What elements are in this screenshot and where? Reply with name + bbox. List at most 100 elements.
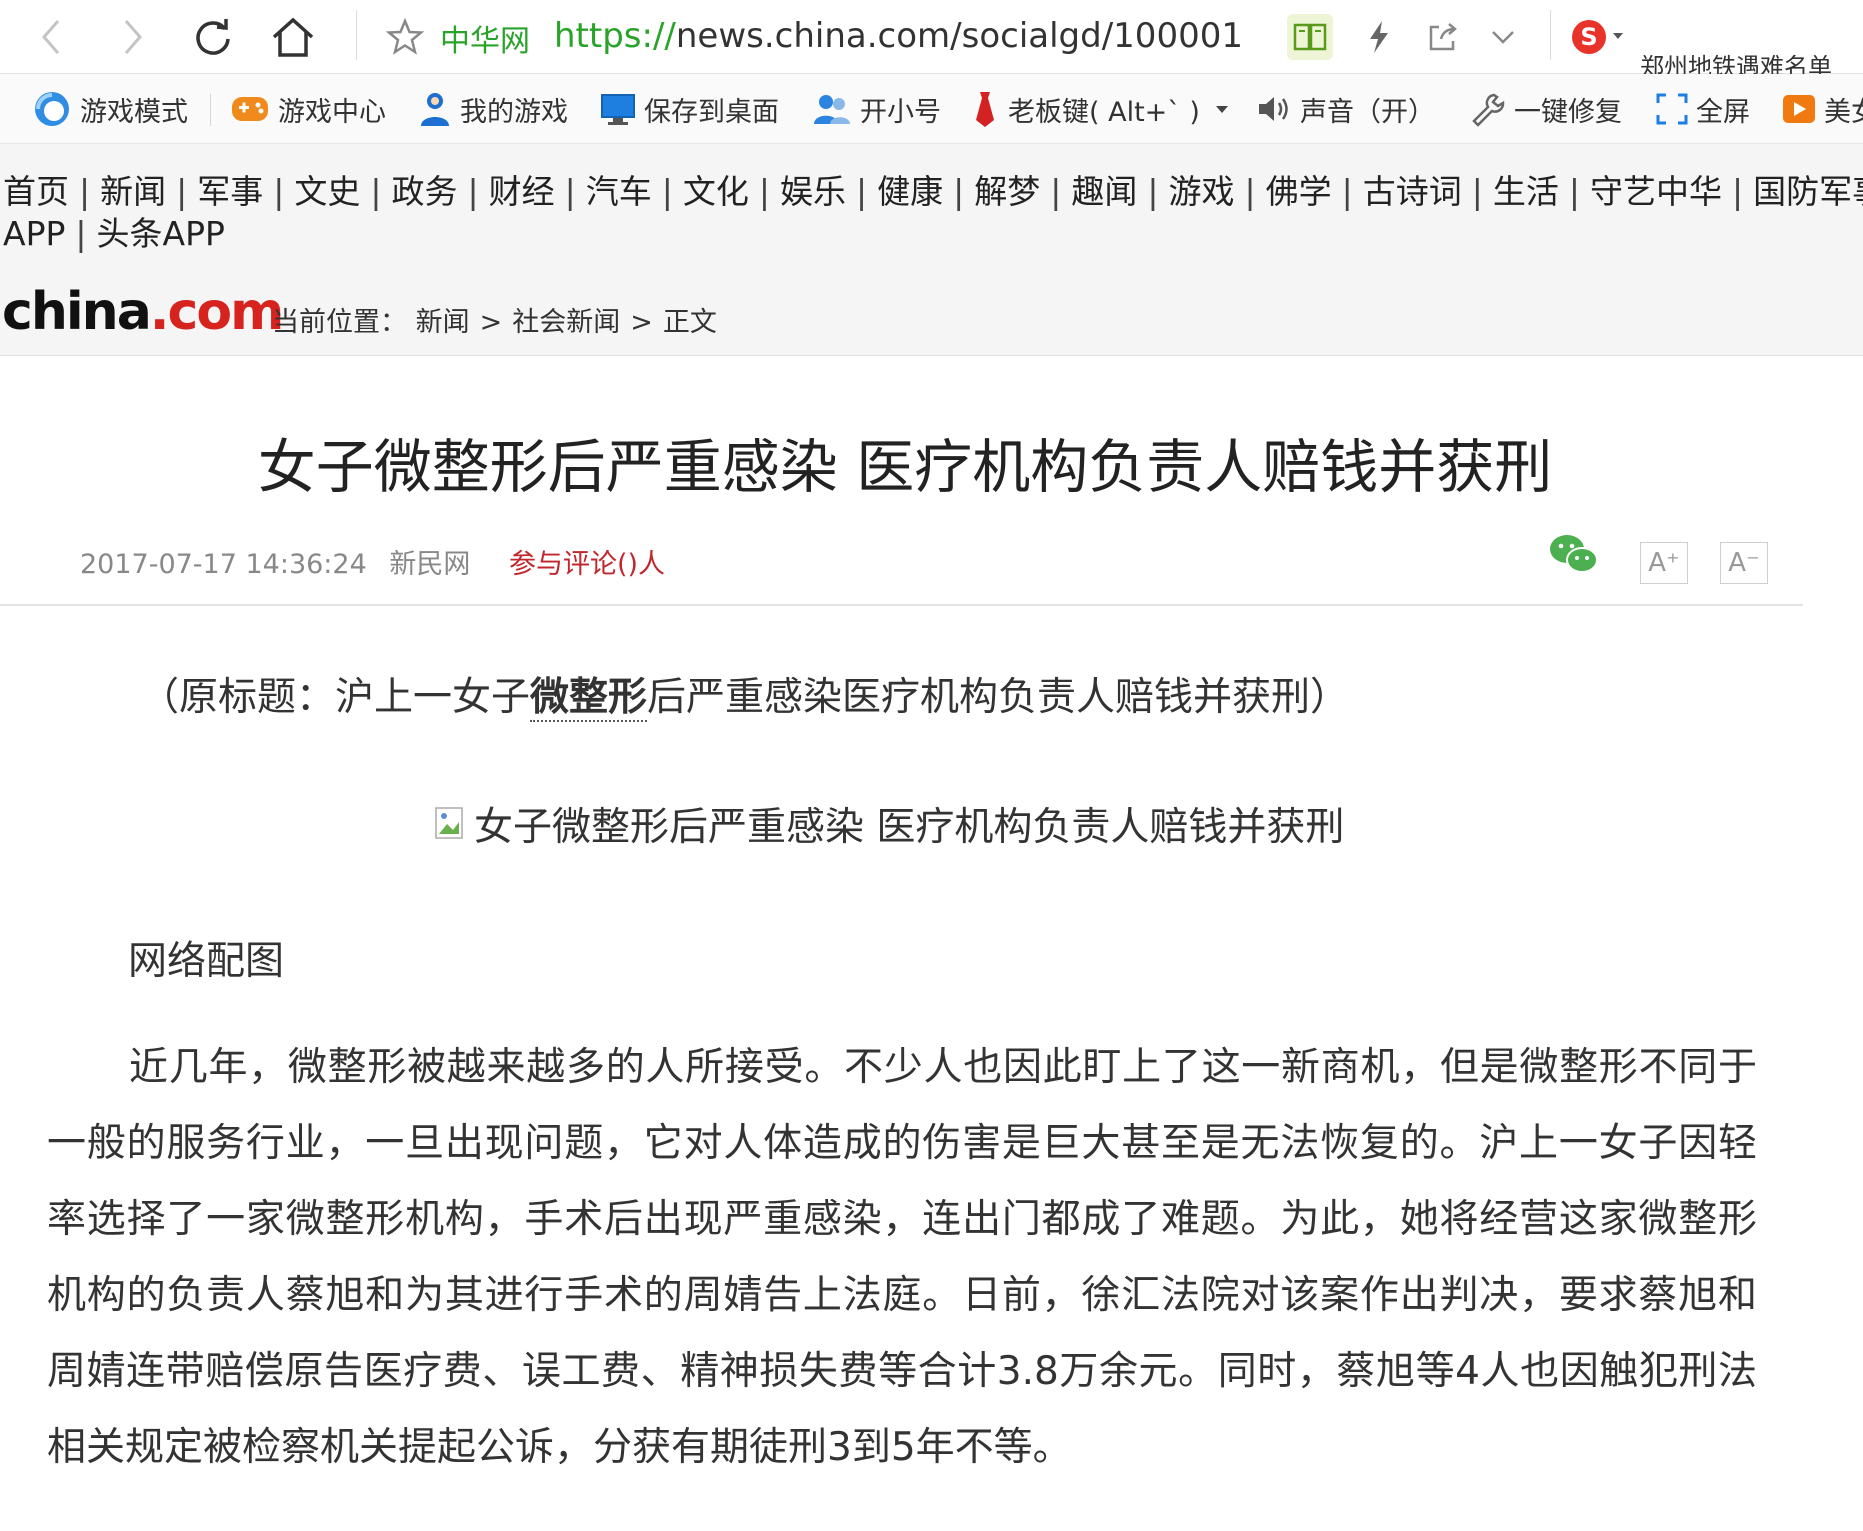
game-mode-icon — [32, 89, 72, 129]
nav-link[interactable]: 新闻 — [100, 172, 166, 211]
toolbar-boss-key[interactable]: 老板键( Alt+` ) — [970, 74, 1238, 143]
nav-link[interactable]: 文史 — [294, 172, 360, 211]
sogou-icon: S — [1572, 20, 1623, 54]
share-button[interactable] — [1420, 14, 1466, 60]
nav-separator: | — [953, 172, 965, 211]
toolbar-sound[interactable]: 声音（开） — [1256, 74, 1435, 143]
svg-text:S: S — [1580, 23, 1597, 51]
toolbar-game-mode[interactable]: 游戏模式 — [32, 74, 188, 143]
nav-separator: | — [1147, 172, 1159, 211]
nav-separator: | — [79, 172, 91, 211]
toolbar-label: 声音（开） — [1300, 96, 1435, 128]
nav-link[interactable]: 财经 — [489, 172, 555, 211]
nav-link[interactable]: 首页 — [3, 172, 69, 211]
nav-link[interactable]: 趣闻 — [1071, 172, 1137, 211]
article-source: 新民网 — [389, 549, 471, 580]
bookmark-star-button[interactable] — [382, 14, 428, 60]
nav-separator: | — [1471, 172, 1483, 211]
back-button[interactable] — [26, 12, 76, 62]
address-dropdown-button[interactable] — [1480, 14, 1526, 60]
wrench-icon — [1470, 91, 1506, 127]
toolbar-fullscreen[interactable]: 全屏 — [1656, 74, 1750, 143]
breadcrumb-item[interactable]: 新闻 — [416, 307, 470, 338]
logo-part-1: china — [2, 282, 152, 342]
nav-link[interactable]: 军事 — [197, 172, 263, 211]
forward-icon — [124, 20, 142, 54]
article-image: 女子微整形后严重感染 医疗机构负责人赔钱并获刑 — [434, 796, 1344, 852]
breadcrumb-separator: > — [479, 307, 503, 338]
breadcrumb-item[interactable]: 社会新闻 — [512, 307, 620, 338]
nav-link[interactable]: 生活 — [1493, 172, 1559, 211]
home-icon — [272, 17, 314, 57]
forward-button[interactable] — [108, 12, 158, 62]
refresh-button[interactable] — [188, 12, 238, 62]
nav-link[interactable]: 国防军事 — [1753, 172, 1863, 211]
toolbar-repair[interactable]: 一键修复 — [1470, 74, 1622, 143]
breadcrumb-prefix: 当前位置： — [272, 307, 407, 338]
nav-link[interactable]: 政务 — [392, 172, 458, 211]
reader-icon — [1293, 23, 1327, 51]
nav-link[interactable]: 汽车 — [586, 172, 652, 211]
nav-link[interactable]: 古诗词 — [1363, 172, 1462, 211]
breadcrumb: 当前位置： 新闻 > 社会新闻 > 正文 — [272, 300, 717, 339]
nav-row-1: 首页 | 新闻 | 军事 | 文史 | 政务 | 财经 | 汽车 | 文化 | 娱乐 | 健康 | 解梦 | 趣闻 | 游戏 | 佛… — [3, 170, 1863, 214]
fullscreen-icon — [1656, 93, 1688, 125]
font-increase-button[interactable]: A⁺ — [1640, 542, 1688, 584]
news-ticker[interactable]: 郑州地铁遇难名单 — [1640, 50, 1863, 74]
toolbar-save-desktop[interactable]: 保存到桌面 — [600, 74, 779, 143]
broken-image-icon — [434, 806, 470, 842]
reader-mode-button[interactable] — [1287, 14, 1333, 60]
nav-separator: | — [1244, 172, 1256, 211]
site-name: 中华网 — [440, 24, 530, 59]
home-button[interactable] — [268, 12, 318, 62]
toolbar-game-center[interactable]: 游戏中心 — [230, 74, 386, 143]
address-divider-2 — [1550, 10, 1551, 60]
toolbar-label: 开小号 — [860, 96, 941, 128]
article-meta: 2017-07-17 14:36:24 新民网 参与评论()人 — [80, 542, 665, 581]
nav-separator: | — [1732, 172, 1744, 211]
breadcrumb-separator: > — [630, 307, 653, 338]
back-icon — [42, 20, 60, 54]
nav-separator: | — [564, 172, 576, 211]
toolbar-video[interactable]: 美女 — [1782, 74, 1863, 143]
image-alt-text: 女子微整形后严重感染 医疗机构负责人赔钱并获刑 — [474, 805, 1345, 850]
comment-link[interactable]: 参与评论()人 — [509, 549, 665, 580]
nav-link[interactable]: 游戏 — [1169, 172, 1235, 211]
nav-separator: | — [370, 172, 382, 211]
wechat-share-button[interactable] — [1548, 532, 1600, 582]
toolbar-separator — [210, 94, 211, 126]
address-bar: 中华网 https://news.china.com/socialgd/1000… — [0, 0, 1863, 74]
speed-mode-button[interactable] — [1356, 14, 1402, 60]
toolbar-label: 游戏模式 — [80, 96, 188, 128]
nav-link[interactable]: 文化 — [683, 172, 749, 211]
url-scheme: https:// — [554, 16, 676, 56]
breadcrumb-item: 正文 — [662, 307, 717, 338]
url-field[interactable]: https://news.china.com/socialgd/10000169… — [554, 14, 1244, 58]
font-decrease-button[interactable]: A⁻ — [1720, 542, 1768, 584]
wechat-icon — [1550, 535, 1598, 573]
tie-icon — [970, 90, 1000, 128]
nav-link[interactable]: 娱乐 — [780, 172, 846, 211]
toolbar-my-games[interactable]: 我的游戏 — [418, 74, 568, 143]
users-icon — [812, 90, 852, 128]
user-icon — [418, 90, 452, 128]
nav-link[interactable]: 头条APP — [97, 214, 225, 253]
nav-row-2: APP | 头条APP — [3, 212, 225, 256]
toolbar-label: 一键修复 — [1514, 96, 1622, 128]
logo-part-2: .com — [149, 282, 284, 342]
nav-link[interactable]: 守艺中华 — [1590, 172, 1722, 211]
nav-link[interactable]: 健康 — [877, 172, 943, 211]
keyword-link[interactable]: 微整形 — [530, 675, 648, 722]
gamepad-icon — [230, 93, 270, 125]
nav-link[interactable]: 佛学 — [1266, 172, 1332, 211]
nav-link[interactable]: 解梦 — [974, 172, 1040, 211]
browser-toolbar: 游戏模式 游戏中心 我的游戏 保存到桌面 开小号 老板键( Alt+` ) 声音… — [0, 74, 1863, 144]
share-icon — [1429, 23, 1457, 51]
sogou-menu-button[interactable]: S — [1568, 14, 1628, 60]
toolbar-label: 美女 — [1824, 96, 1863, 128]
article: 女子微整形后严重感染 医疗机构负责人赔钱并获刑 2017-07-17 14:36… — [0, 356, 1863, 1531]
toolbar-alt-account[interactable]: 开小号 — [812, 74, 941, 143]
nav-link[interactable]: APP — [3, 214, 65, 253]
site-logo[interactable]: china.com — [2, 282, 284, 342]
lightning-icon — [1370, 21, 1388, 53]
